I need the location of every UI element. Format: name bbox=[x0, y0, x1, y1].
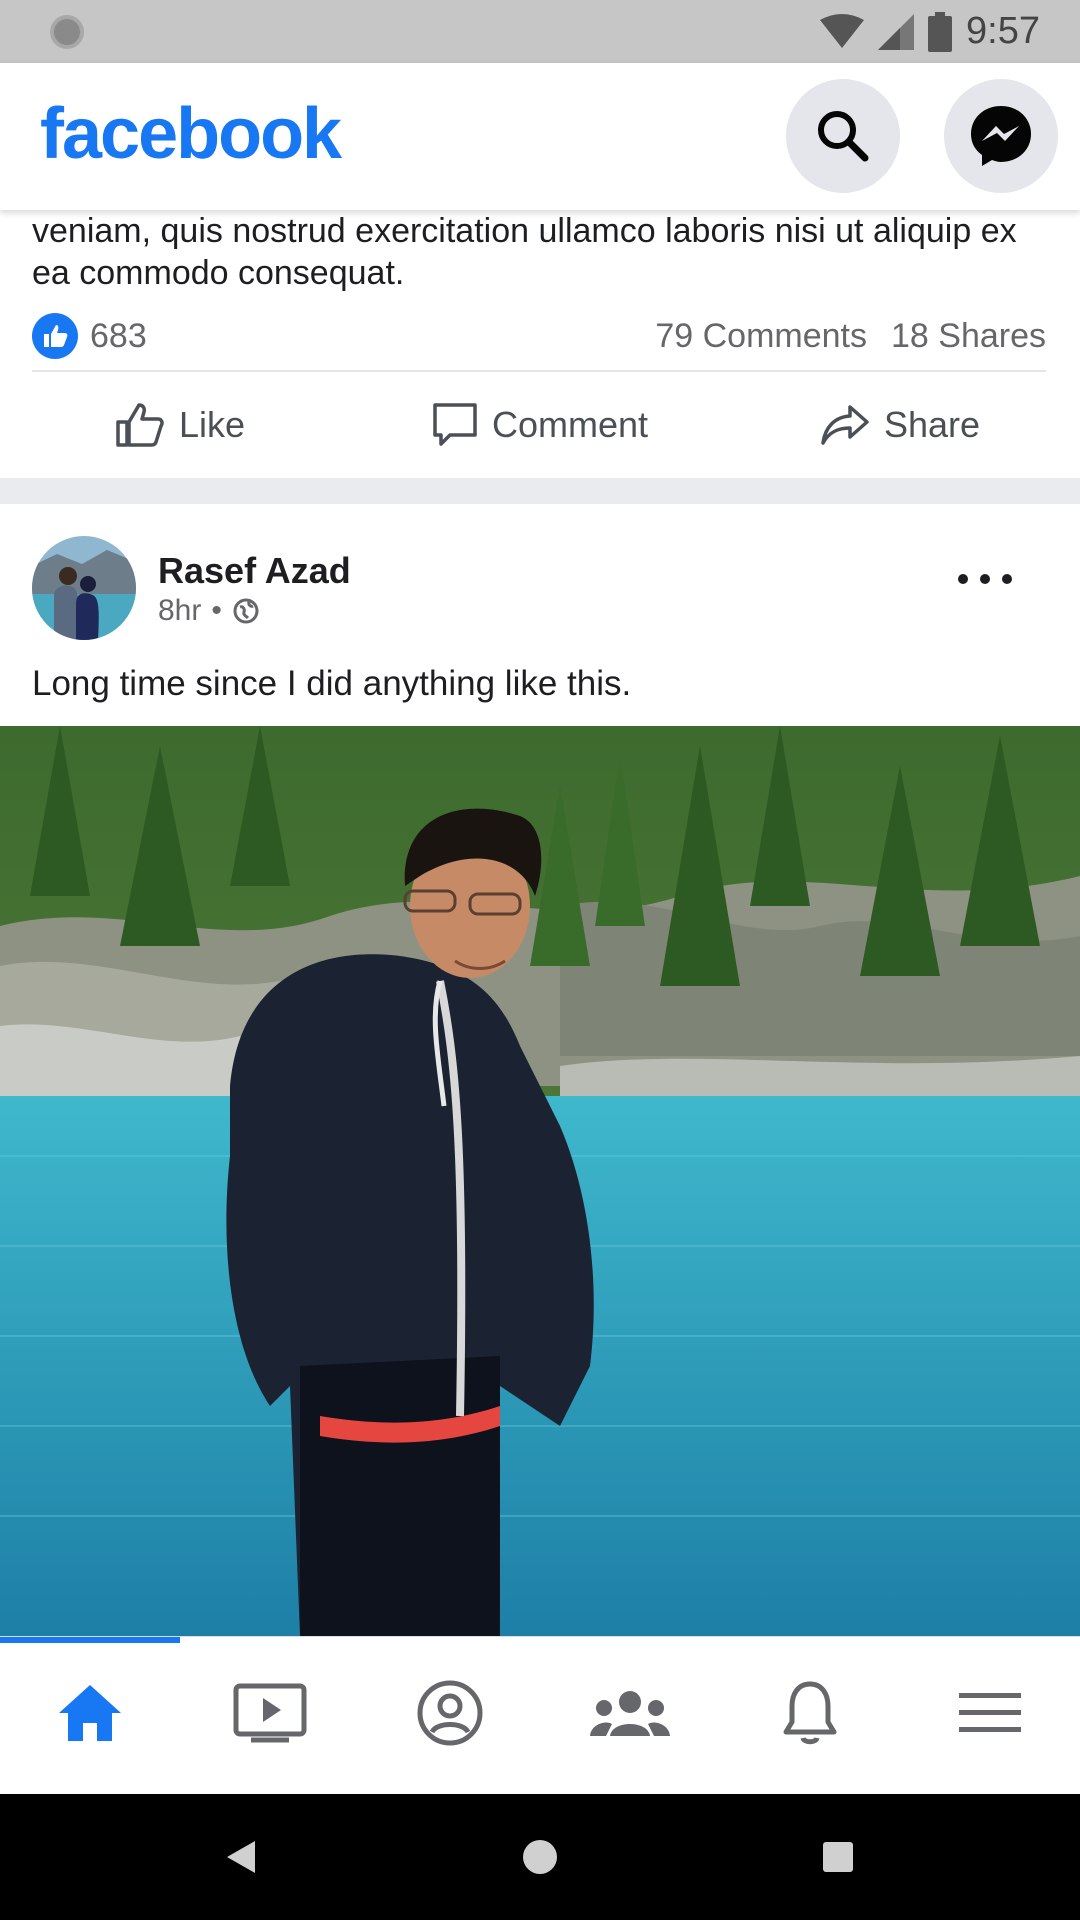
notifications-icon bbox=[783, 1681, 837, 1745]
system-navigation-bar bbox=[0, 1794, 1080, 1920]
comment-count[interactable]: 79 Comments bbox=[655, 317, 867, 356]
post-time[interactable]: 8hr bbox=[158, 594, 201, 628]
share-button[interactable]: Share bbox=[720, 380, 1080, 470]
share-label: Share bbox=[883, 404, 981, 445]
like-button[interactable]: Like bbox=[0, 380, 360, 470]
post-photo[interactable] bbox=[0, 726, 1080, 1636]
more-options-button[interactable] bbox=[958, 564, 1012, 594]
menu-icon bbox=[959, 1693, 1021, 1732]
post-text: veniam, quis nostrud exercitation ullamc… bbox=[32, 212, 1017, 292]
messenger-icon bbox=[971, 106, 1031, 166]
wifi-icon bbox=[820, 13, 865, 48]
nav-groups[interactable] bbox=[540, 1643, 720, 1783]
like-count[interactable]: 683 bbox=[90, 317, 147, 356]
home-circle-icon bbox=[523, 1840, 557, 1874]
nav-menu[interactable] bbox=[900, 1643, 1080, 1783]
share-arrow-icon bbox=[821, 405, 869, 445]
recents-square-icon bbox=[823, 1842, 853, 1872]
post-header: Rasef Azad 8hr • Long time since I did a… bbox=[0, 504, 1080, 724]
video-icon bbox=[233, 1683, 307, 1743]
comment-icon bbox=[433, 403, 477, 446]
like-reaction-icon bbox=[32, 313, 78, 359]
previous-post: veniam, quis nostrud exercitation ullamc… bbox=[0, 210, 1080, 478]
post-actions: Like Comment Share bbox=[0, 380, 1080, 470]
post-meta: 8hr • bbox=[158, 594, 260, 628]
like-label: Like bbox=[178, 404, 246, 445]
status-icons: 9:57 bbox=[820, 0, 1040, 63]
messenger-button[interactable] bbox=[944, 79, 1058, 193]
home-icon bbox=[59, 1685, 121, 1741]
profile-icon bbox=[417, 1680, 483, 1746]
groups-icon bbox=[590, 1691, 670, 1736]
post-text: Long time since I did anything like this… bbox=[32, 664, 632, 703]
share-count[interactable]: 18 Shares bbox=[891, 317, 1046, 356]
home-button[interactable] bbox=[505, 1822, 575, 1892]
bottom-navigation bbox=[0, 1636, 1080, 1794]
meta-separator: • bbox=[211, 594, 222, 627]
status-bar: 9:57 bbox=[0, 0, 1080, 63]
post-author[interactable]: Rasef Azad bbox=[158, 550, 351, 592]
avatar[interactable] bbox=[32, 536, 136, 640]
app-header: facebook bbox=[0, 63, 1080, 210]
reaction-counts: 683 79 Comments 18 Shares bbox=[32, 306, 1046, 366]
feed-separator bbox=[0, 478, 1080, 504]
comment-button[interactable]: Comment bbox=[360, 380, 720, 470]
clock: 9:57 bbox=[966, 10, 1040, 52]
nav-home[interactable] bbox=[0, 1643, 180, 1783]
notification-dot-icon bbox=[50, 15, 84, 49]
back-triangle-icon bbox=[227, 1841, 255, 1873]
nav-notifications[interactable] bbox=[720, 1643, 900, 1783]
battery-icon bbox=[928, 11, 953, 52]
comment-label: Comment bbox=[491, 404, 649, 445]
recents-button[interactable] bbox=[803, 1822, 873, 1892]
search-icon bbox=[818, 111, 869, 162]
globe-icon bbox=[233, 598, 259, 624]
nav-profile[interactable] bbox=[360, 1643, 540, 1783]
facebook-logo[interactable]: facebook bbox=[40, 93, 342, 175]
nav-watch[interactable] bbox=[180, 1643, 360, 1783]
back-button[interactable] bbox=[206, 1822, 276, 1892]
more-dot-icon bbox=[958, 574, 968, 584]
thumbs-up-icon bbox=[116, 403, 164, 447]
signal-icon bbox=[878, 13, 915, 50]
search-button[interactable] bbox=[786, 79, 900, 193]
more-dot-icon bbox=[1002, 574, 1012, 584]
more-dot-icon bbox=[980, 574, 990, 584]
divider bbox=[32, 370, 1046, 372]
